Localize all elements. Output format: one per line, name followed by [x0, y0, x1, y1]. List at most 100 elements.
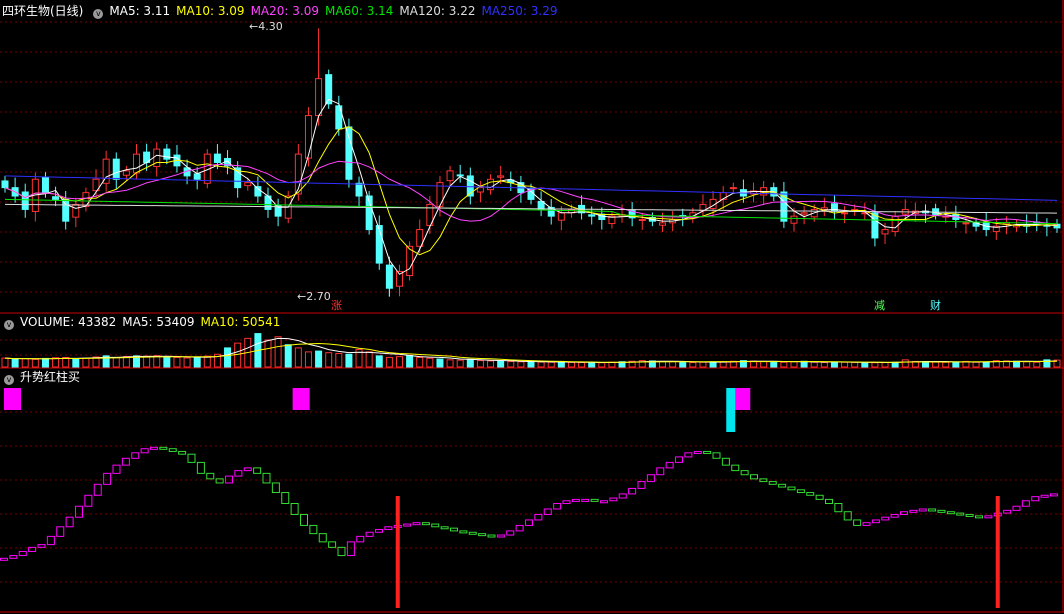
volume-bar [426, 357, 434, 368]
candle-body [800, 212, 808, 215]
indicator-step [281, 492, 290, 505]
cyan-signal-block [726, 388, 736, 432]
candle-body [446, 170, 454, 182]
volume-bar [901, 359, 909, 368]
indicator-step [815, 494, 824, 500]
indicator-step [121, 457, 130, 466]
indicator-step [206, 472, 215, 480]
indicator-step [590, 498, 599, 502]
indicator-step [890, 513, 899, 518]
volume-bar [284, 344, 292, 368]
indicator-step [1003, 509, 1012, 514]
chart-canvas [0, 0, 1064, 613]
ma60-legend: MA60: 3.14 [325, 4, 394, 18]
indicator-step [450, 527, 458, 532]
indicator-step [506, 530, 515, 536]
indicator-step [984, 515, 993, 519]
indicator-step [731, 464, 740, 472]
indicator-step [0, 557, 8, 561]
volume-bar [224, 347, 232, 368]
indicator-step [318, 533, 327, 543]
candle-body [315, 78, 323, 117]
candle-body [841, 212, 849, 215]
indicator-step [965, 513, 974, 517]
indicator-step [656, 467, 665, 476]
volume-bar [183, 357, 191, 368]
indicator-step [628, 487, 637, 495]
ma20-legend: MA20: 3.09 [250, 4, 319, 18]
volume-bar [436, 358, 444, 368]
volume-bar [345, 353, 353, 368]
buy-signal-bar [395, 496, 400, 608]
candle-body [21, 191, 29, 210]
volume-bar [416, 356, 424, 368]
volume-bar [537, 361, 545, 368]
indicator-step [618, 493, 627, 499]
indicator-step [1021, 500, 1030, 507]
buy-signal-block [292, 388, 310, 410]
candle-body [1, 180, 9, 189]
volume-bar [315, 350, 323, 368]
volume-bar [932, 361, 940, 368]
volume-bar [527, 361, 535, 368]
volume-bar [689, 362, 697, 368]
volume-bar [982, 361, 990, 368]
indicator-step [853, 519, 862, 526]
indicator-step [881, 516, 890, 521]
indicator-step [103, 472, 112, 485]
indicator-step [712, 452, 721, 459]
volume-bar [790, 361, 798, 368]
indicator-step [487, 534, 496, 538]
candle-body [375, 225, 383, 264]
indicator-step [365, 531, 374, 537]
indicator-step [93, 483, 102, 496]
candle-body [82, 192, 90, 207]
indicator-step [159, 446, 168, 450]
indicator-step [900, 511, 908, 515]
volume-bar [396, 356, 403, 368]
collapse-circle-icon[interactable]: v [93, 9, 104, 19]
ma5-legend: MA5: 3.11 [109, 4, 171, 18]
indicator-step [871, 519, 880, 524]
indicator-step [721, 457, 730, 466]
event-marker-jian[interactable]: 减 [874, 300, 885, 312]
indicator-step [684, 452, 693, 458]
volume-bar [760, 360, 768, 368]
low-annotation: ←2.70 [297, 291, 331, 303]
candle-body [193, 173, 201, 180]
event-marker-zhang[interactable]: 涨 [331, 300, 342, 312]
indicator-step [581, 498, 590, 502]
indicator-step [609, 497, 618, 502]
candle-body [497, 175, 505, 178]
indicator-step [1012, 505, 1021, 511]
candle-body [304, 115, 312, 159]
low-value: 2.70 [306, 290, 331, 303]
indicator-step [140, 448, 149, 454]
ma10-legend: MA10: 3.09 [176, 4, 245, 18]
volume-bar [830, 361, 838, 368]
event-marker-cai[interactable]: 财 [930, 300, 941, 312]
candle-body [881, 229, 889, 235]
volume-bar [588, 362, 596, 368]
indicator-step [834, 503, 843, 513]
volume-legend: VOLUME: 43382 [20, 315, 117, 329]
indicator-step [356, 535, 365, 543]
collapse-circle-icon[interactable]: v [4, 375, 14, 385]
candle-body [385, 264, 393, 289]
collapse-circle-icon[interactable]: v [4, 320, 14, 330]
volume-bar [487, 360, 495, 368]
candle-body [254, 186, 262, 197]
candle-body [638, 219, 646, 221]
volume-bar [1023, 361, 1031, 368]
indicator-step [675, 456, 683, 463]
candle-body [588, 214, 596, 217]
indicator-step [243, 467, 252, 472]
indicator-step [75, 505, 83, 518]
indicator-step [750, 474, 758, 480]
indicator-step [525, 519, 533, 526]
indicator-step [918, 508, 927, 512]
indicator-step [262, 472, 271, 484]
volume-bar [72, 358, 80, 368]
price-header: 四环生物(日线) v MA5: 3.11 MA10: 3.09 MA20: 3.09 MA… [0, 2, 1064, 20]
volume-bar [598, 362, 606, 368]
